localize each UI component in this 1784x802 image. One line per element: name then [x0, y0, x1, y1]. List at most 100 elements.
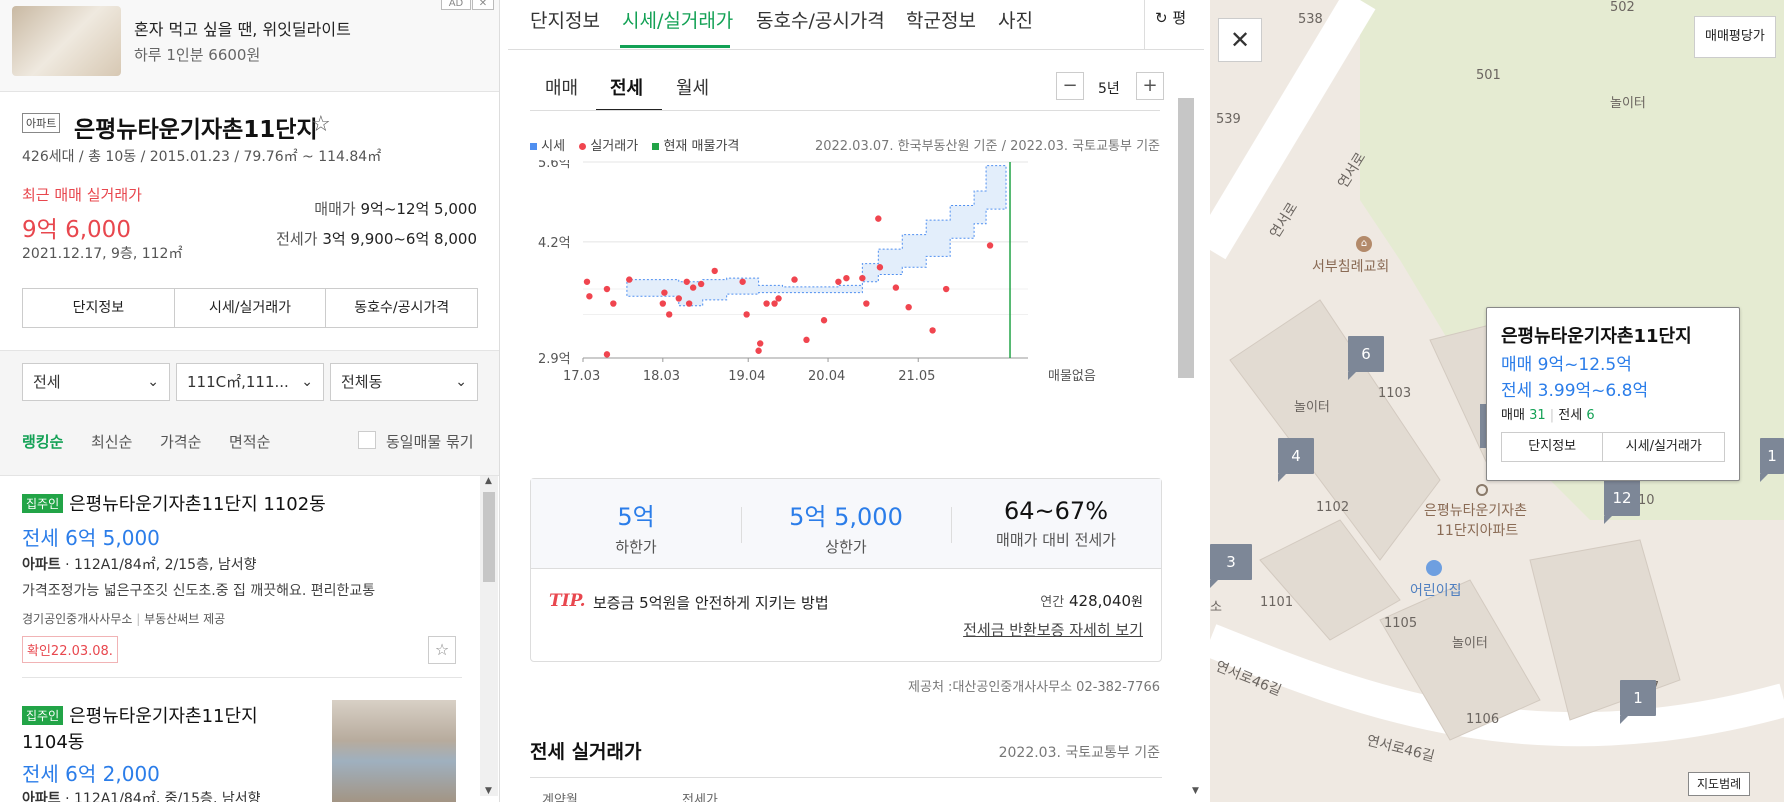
- map-view[interactable]: ✕ 매매평당가 538 502 501 539 놀이터 놀이터 1103 110…: [1210, 0, 1784, 802]
- ad-title[interactable]: 혼자 먹고 싶을 땐, 위잇딜라이트: [134, 16, 351, 40]
- x-tick-label: 17.03: [563, 369, 600, 384]
- listing-count-marker[interactable]: 12: [1604, 480, 1640, 524]
- annual-label: 연간: [1040, 595, 1065, 610]
- listing-agent[interactable]: 경기공인중개사사무소: [22, 612, 132, 626]
- price-chart: 5.6억 4.2억 2.9억 17.03 18.03 19.04 20.04 21.05 매물없…: [538, 160, 1096, 384]
- sort-price[interactable]: 가격순: [160, 431, 201, 452]
- actual-price-point: [626, 276, 633, 283]
- star-icon[interactable]: ☆: [428, 636, 456, 664]
- listing-count-marker[interactable]: 6: [1348, 336, 1384, 380]
- building-block: [1229, 299, 1441, 561]
- actual-price-point: [803, 336, 810, 344]
- listing-photo[interactable]: [332, 700, 456, 802]
- sort-area[interactable]: 면적순: [229, 431, 270, 452]
- listing-title-line1[interactable]: 은평뉴타운기자촌11단지: [69, 706, 258, 727]
- summary-ratio-label: 매매가 대비 전세가: [996, 531, 1116, 549]
- sort-latest[interactable]: 최신순: [91, 431, 132, 452]
- actual-price-point: [905, 303, 912, 311]
- confirm-badge: 확인22.03.08.: [22, 636, 118, 663]
- annual-cost: 연간 428,040원: [1040, 591, 1143, 610]
- group-checkbox[interactable]: [358, 431, 376, 449]
- actual-price-point: [711, 267, 718, 275]
- listing-count-marker[interactable]: 3: [1210, 544, 1252, 588]
- listing-spec: 112A1/84㎡, 2/15층, 남서향: [74, 557, 257, 573]
- summary-high-label: 상한가: [825, 538, 867, 556]
- favorite-star-icon[interactable]: ☆: [311, 112, 331, 137]
- legend-current: 현재 매물가격: [663, 139, 740, 154]
- list-item[interactable]: 집주인 은평뉴타운기자촌11단지 1104동 전세 6억 2,000 아파트 · …: [22, 700, 462, 802]
- no-listing-label: 매물없음: [1048, 369, 1096, 384]
- x-tick-label: 21.05: [898, 369, 935, 384]
- listing-title-line2[interactable]: 1104동: [22, 728, 84, 754]
- map-poi-label: 은평뉴타운기자촌: [1424, 503, 1528, 519]
- tab-photos[interactable]: 사진: [998, 6, 1033, 33]
- x-tick-label: 20.04: [808, 369, 845, 384]
- trade-divider: [530, 777, 1162, 778]
- price-history-button[interactable]: 시세/실거래가: [175, 289, 327, 327]
- listing-count-marker[interactable]: 4: [1278, 438, 1314, 482]
- popup-price-button[interactable]: 시세/실거래가: [1603, 433, 1724, 461]
- sort-ranking[interactable]: 랭킹순: [22, 431, 63, 452]
- list-item[interactable]: 집주인 은평뉴타운기자촌11단지 1102동 전세 6억 5,000 아파트 · …: [22, 488, 462, 678]
- scroll-up-icon[interactable]: ▲: [485, 476, 492, 486]
- listing-title[interactable]: 은평뉴타운기자촌11단지 1102동: [69, 494, 326, 515]
- tab-complex-info[interactable]: 단지정보: [530, 6, 600, 33]
- actual-price-point: [775, 295, 782, 302]
- map-label: 1105: [1384, 616, 1418, 631]
- map-legend-button[interactable]: 지도범례: [1688, 772, 1751, 796]
- ad-banner[interactable]: 혼자 먹고 싶을 땐, 위잇딜라이트 하루 1인분 6600원 AD ✕: [0, 0, 499, 92]
- annual-unit: 원: [1131, 595, 1143, 610]
- refresh-button[interactable]: ↻ 평: [1144, 0, 1204, 50]
- legend-actual: 실거래가: [590, 139, 639, 154]
- subtab-jeonse[interactable]: 전세: [610, 74, 643, 100]
- popup-info-button[interactable]: 단지정보: [1502, 433, 1604, 461]
- map-label: 1101: [1260, 595, 1294, 610]
- unit-price-button[interactable]: 동호수/공시가격: [326, 289, 477, 327]
- scroll-down-icon[interactable]: ▼: [1192, 786, 1199, 796]
- scroll-thumb[interactable]: [483, 492, 495, 582]
- recent-sale-detail: 2021.12.17, 9층, 112㎡: [22, 246, 183, 262]
- scroll-down-icon[interactable]: ▼: [485, 786, 492, 796]
- subtab-sale[interactable]: 매매: [545, 74, 578, 100]
- listing-provider: 부동산써브 제공: [144, 612, 226, 626]
- detail-scrollbar[interactable]: [1178, 98, 1194, 378]
- listing-type: 아파트: [22, 791, 61, 802]
- close-icon[interactable]: ✕: [1218, 18, 1262, 62]
- period-plus-button[interactable]: +: [1136, 72, 1164, 100]
- actual-price-point: [835, 278, 842, 285]
- popup-sale: 매매 9억~12.5억: [1501, 355, 1632, 375]
- tab-school[interactable]: 학군정보: [906, 6, 976, 33]
- map-poi-label: 서부침례교회: [1312, 259, 1390, 275]
- sale-range: 9억~12억 5,000: [360, 200, 477, 218]
- x-tick-label: 18.03: [643, 369, 680, 384]
- guarantee-link[interactable]: 전세금 반환보증 자세히 보기: [963, 619, 1143, 640]
- subtab-monthly[interactable]: 월세: [676, 74, 709, 100]
- area-select[interactable]: 111C㎡,111... ⌄: [176, 363, 324, 401]
- ad-image[interactable]: [12, 6, 121, 76]
- actual-price-point: [610, 300, 617, 307]
- actual-price-point: [586, 293, 593, 300]
- jeonse-label: 전세가: [276, 230, 318, 248]
- dong-select[interactable]: 전체동 ⌄: [330, 363, 478, 401]
- tip-text: 보증금 5억원을 안전하게 지키는 방법: [593, 594, 829, 612]
- jeonse-range: 3억 9,900~6억 8,000: [322, 230, 477, 248]
- complex-info-button[interactable]: 단지정보: [23, 289, 175, 327]
- subtab-divider: [530, 110, 1160, 111]
- deal-type-select[interactable]: 전세 ⌄: [22, 363, 170, 401]
- tab-unit-price[interactable]: 동호수/공시가격: [756, 6, 885, 33]
- actual-price-point: [876, 264, 884, 271]
- listing-count-marker[interactable]: 1: [1620, 680, 1656, 724]
- ad-close-icon[interactable]: ✕: [472, 0, 494, 10]
- period-minus-button[interactable]: −: [1056, 72, 1084, 100]
- refresh-icon: ↻: [1155, 9, 1168, 27]
- actual-price-point: [771, 300, 778, 307]
- complex-popup[interactable]: 은평뉴타운기자촌11단지 매매 9억~12.5억 전세 3.99억~6.8억 매…: [1486, 307, 1740, 481]
- actual-price-point: [603, 351, 611, 358]
- price-per-pyeong-button[interactable]: 매매평당가: [1694, 16, 1776, 58]
- tab-price[interactable]: 시세/실거래가: [622, 6, 733, 33]
- map-label: 539: [1216, 112, 1241, 127]
- owner-badge: 집주인: [22, 494, 64, 513]
- list-scrollbar[interactable]: ▲ ▼: [480, 476, 498, 796]
- active-tab-indicator: [620, 45, 730, 48]
- listing-count-marker[interactable]: 1: [1760, 438, 1784, 482]
